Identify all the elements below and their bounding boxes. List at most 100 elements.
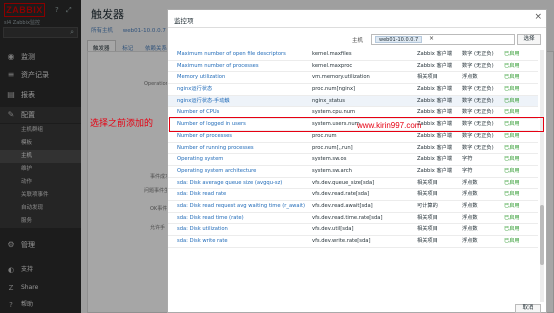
item-value-type: 数字 (无正负) — [462, 144, 494, 151]
item-name-link[interactable]: nginx运行状态 — [177, 84, 307, 95]
item-value-type: 浮点数 — [462, 179, 478, 186]
item-key: vfs.dev.read.await[sda] — [312, 202, 373, 209]
item-value-type: 数字 (无正负) — [462, 86, 494, 93]
item-type: Zabbix 客户端 — [417, 97, 453, 104]
item-status: 已启用 — [504, 144, 520, 151]
item-name-link[interactable]: Maximum number of processes — [177, 61, 307, 72]
item-key: kernel.maxfiles — [312, 51, 352, 57]
watermark: www.kirin997.com — [357, 121, 422, 130]
table-row[interactable]: sda: Disk utilization vfs.dev.util[sda] 相关… — [168, 224, 538, 236]
item-status: 已启用 — [504, 51, 520, 57]
item-type: 相关项目 — [417, 226, 438, 233]
table-row[interactable]: sda: Disk average queue size (avgqu-sz) v… — [168, 178, 538, 190]
table-row[interactable]: sda: Disk read time (rate) vfs.dev.read.t… — [168, 213, 538, 225]
item-value-type: 字符 — [462, 156, 473, 163]
item-type: Zabbix 客户端 — [417, 132, 453, 139]
item-key: kernel.maxproc — [312, 62, 353, 69]
item-value-type: 浮点数 — [462, 74, 478, 81]
table-row[interactable]: Number of processes proc.num Zabbix 客户端 数字 … — [168, 131, 538, 143]
table-row[interactable]: Number of running processes proc.num[,,ru… — [168, 143, 538, 155]
table-row[interactable]: Operating system system.sw.os Zabbix 客户端 字符… — [168, 154, 538, 166]
host-chip-label: web01-10.0.0.7 — [379, 37, 419, 43]
table-row[interactable]: sda: Disk read request avg waiting time … — [168, 201, 538, 213]
item-name-link[interactable]: nginx运行状态-手动触 — [177, 96, 307, 107]
host-filter-label: 主机 — [352, 38, 364, 44]
table-row[interactable]: nginx运行状态 proc.num[nginx] Zabbix 客户端 数字 (无正… — [168, 84, 538, 96]
item-status: 已启用 — [504, 62, 520, 69]
item-key: proc.num[,,run] — [312, 144, 353, 151]
table-row[interactable]: Maximum number of processes kernel.maxpro… — [168, 61, 538, 73]
host-multiselect[interactable]: web01-10.0.0.7 × — [371, 34, 515, 45]
item-key: nginx_status — [312, 97, 345, 104]
item-name-link[interactable]: sda: Disk read time (rate) — [177, 213, 307, 224]
host-chip: web01-10.0.0.7 — [375, 36, 423, 43]
item-name-link[interactable]: sda: Disk read rate — [177, 189, 307, 200]
table-row[interactable]: Maximum number of open file descriptors k… — [168, 49, 538, 61]
item-status: 已启用 — [504, 202, 520, 209]
item-value-type: 浮点数 — [462, 238, 478, 244]
item-type: Zabbix 客户端 — [417, 144, 453, 151]
item-type: Zabbix 客户端 — [417, 167, 453, 174]
item-name-link[interactable]: sda: Disk utilization — [177, 224, 307, 235]
item-status: 已启用 — [504, 214, 520, 221]
item-key: proc.num[nginx] — [312, 86, 356, 93]
table-row[interactable]: sda: Disk read rate vfs.dev.read.rate[sda… — [168, 189, 538, 201]
table-row[interactable]: sda: Disk write rate vfs.dev.write.rate[s… — [168, 236, 538, 248]
item-name-link[interactable]: Maximum number of open file descriptors — [177, 49, 307, 60]
dialog-header: 监控项 × — [168, 10, 546, 28]
item-status: 已启用 — [504, 86, 520, 93]
item-status: 已启用 — [504, 226, 520, 233]
item-status: 已启用 — [504, 238, 520, 244]
item-value-type: 浮点数 — [462, 214, 478, 221]
annotation-text: 选择之前添加的 — [90, 119, 154, 129]
item-type: 相关项目 — [417, 74, 438, 81]
item-key: system.sw.os — [312, 156, 347, 163]
item-status: 已启用 — [504, 167, 520, 174]
item-type: Zabbix 客户端 — [417, 156, 453, 163]
item-type: Zabbix 客户端 — [417, 51, 453, 57]
item-type: Zabbix 客户端 — [417, 62, 453, 69]
table-row[interactable]: Operating system architecture system.sw.a… — [168, 166, 538, 178]
item-type: Zabbix 客户端 — [417, 86, 453, 93]
items-dialog: 监控项 × 主机 web01-10.0.0.7 × 选择 Maximum num… — [167, 9, 547, 313]
item-key: vfs.dev.util[sda] — [312, 226, 354, 233]
item-name-link[interactable]: sda: Disk write rate — [177, 236, 307, 247]
item-type: 可计算的 — [417, 202, 438, 209]
item-name-link[interactable]: sda: Disk read request avg waiting time … — [177, 201, 307, 212]
item-name-link[interactable]: Number of running processes — [177, 143, 307, 154]
item-value-type: 浮点数 — [462, 191, 478, 198]
item-value-type: 浮点数 — [462, 202, 478, 209]
item-type: 相关项目 — [417, 191, 438, 198]
item-value-type: 浮点数 — [462, 226, 478, 233]
table-row[interactable]: nginx运行状态-手动触 nginx_status Zabbix 客户端 数字 (无… — [168, 95, 538, 108]
item-value-type: 数字 (无正负) — [462, 97, 494, 104]
item-status: 已启用 — [504, 74, 520, 81]
host-filter: 主机 web01-10.0.0.7 × 选择 — [168, 32, 546, 48]
item-status: 已启用 — [504, 156, 520, 163]
item-key: vfs.dev.write.rate[sda] — [312, 238, 371, 244]
item-name-link[interactable]: sda: Disk average queue size (avgqu-sz) — [177, 178, 307, 189]
item-key: vfs.dev.read.rate[sda] — [312, 191, 370, 198]
scrollbar-thumb[interactable] — [540, 205, 544, 265]
item-type: 相关项目 — [417, 179, 438, 186]
item-name-link[interactable]: Operating system — [177, 154, 307, 165]
item-name-link[interactable]: Operating system architecture — [177, 166, 307, 177]
item-type: 相关项目 — [417, 238, 438, 244]
table-row[interactable]: Memory utilization vm.memory.utilization 相… — [168, 72, 538, 85]
item-key: proc.num — [312, 132, 337, 139]
item-key: vfs.dev.queue_size[sda] — [312, 179, 375, 186]
close-icon[interactable]: × — [534, 12, 542, 22]
item-type: 相关项目 — [417, 214, 438, 221]
cancel-button[interactable]: 取消 — [515, 304, 541, 313]
item-status: 已启用 — [504, 132, 520, 139]
item-key: vfs.dev.read.time.rate[sda] — [312, 214, 383, 221]
item-name-link[interactable]: Memory utilization — [177, 72, 307, 83]
select-host-button[interactable]: 选择 — [517, 34, 541, 45]
item-key: system.sw.arch — [312, 167, 352, 174]
items-table: Maximum number of open file descriptors k… — [168, 49, 538, 248]
item-status: 已启用 — [504, 191, 520, 198]
remove-chip-icon[interactable]: × — [429, 35, 434, 42]
item-name-link[interactable]: Number of processes — [177, 131, 307, 142]
item-status: 已启用 — [504, 179, 520, 186]
item-value-type: 数字 (无正负) — [462, 132, 494, 139]
